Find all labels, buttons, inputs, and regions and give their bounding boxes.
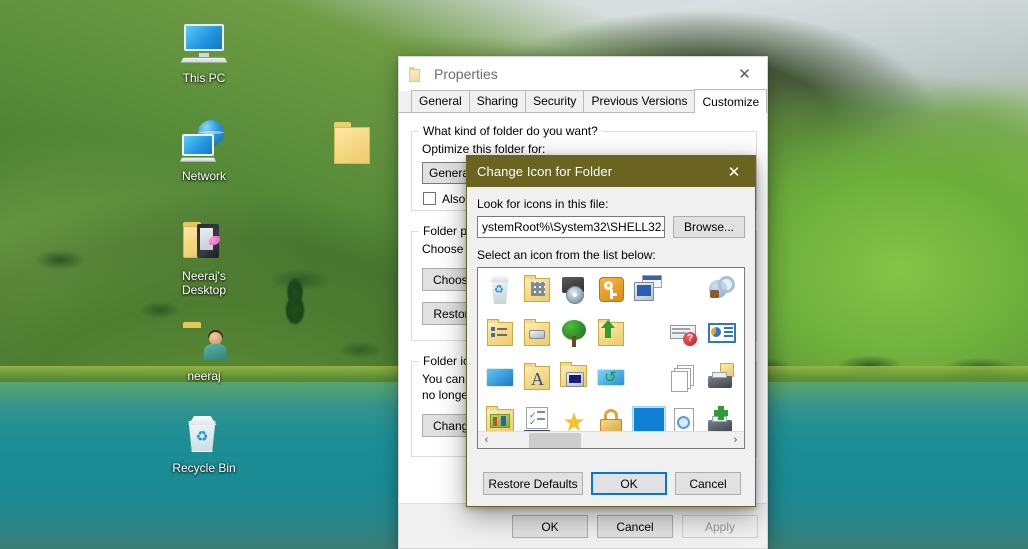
desktop-icon-label: Network [181, 169, 226, 183]
apply-button: Apply [682, 515, 758, 538]
apply-subfolders-checkbox[interactable] [423, 192, 436, 205]
icon-cell-folder-computer[interactable] [558, 362, 592, 402]
icon-grid: ♻ ? A ↺ ✓ ✓ ★ [478, 268, 744, 448]
network-icon [161, 118, 247, 166]
icon-cell-blue-screen[interactable] [484, 362, 518, 402]
wallpaper-pine-tree [283, 276, 307, 334]
cancel-button[interactable]: Cancel [675, 472, 741, 495]
file-path-row: ystemRoot%\System32\SHELL32.dll Browse..… [477, 216, 745, 238]
icon-list-horizontal-scrollbar[interactable]: ‹ › [478, 431, 744, 448]
icon-cell-recycle-bin-empty[interactable]: ♻ [484, 274, 518, 314]
desktop-folder-icon[interactable] [334, 122, 370, 164]
scrollbar-thumb[interactable] [529, 432, 581, 448]
user-desktop-folder-icon [161, 218, 247, 266]
icon-cell-presentation-chart[interactable] [706, 318, 740, 358]
close-icon[interactable]: ✕ [713, 156, 755, 187]
desktop: This PC Network Neeraj's Desktop neeraj [0, 0, 1028, 549]
icon-cell-globe-partial[interactable] [743, 362, 744, 402]
icon-cell-folder-up-arrow[interactable] [595, 318, 629, 358]
icon-cell-sync[interactable]: ↺ [595, 362, 629, 402]
change-icon-titlebar: Change Icon for Folder ✕ [467, 156, 755, 187]
folder-icon [409, 66, 422, 82]
icon-cell-folder-scanner[interactable] [521, 318, 555, 358]
scroll-left-icon[interactable]: ‹ [478, 432, 495, 449]
icon-cell-scanner[interactable] [743, 274, 744, 314]
optimize-label: Optimize this folder for: [422, 142, 546, 156]
icon-cell-printer-folder[interactable] [706, 362, 740, 402]
ok-button[interactable]: OK [512, 515, 588, 538]
change-icon-footer: Restore Defaults OK Cancel [467, 462, 755, 506]
icon-cell-empty[interactable] [669, 274, 703, 314]
icon-cell-search-folder[interactable] [706, 274, 740, 314]
icon-cell-folder-grid[interactable] [521, 274, 555, 314]
user-folder-icon [161, 318, 247, 366]
icon-cell-fonts-folder[interactable]: A [521, 362, 555, 402]
file-path-label: Look for icons in this file: [477, 197, 609, 211]
tab-sharing[interactable]: Sharing [468, 90, 527, 112]
file-path-input[interactable]: ystemRoot%\System32\SHELL32.dll [477, 216, 665, 238]
cancel-button[interactable]: Cancel [597, 515, 673, 538]
scrollbar-track[interactable] [495, 431, 727, 448]
ok-button[interactable]: OK [591, 472, 667, 495]
change-icon-body: Look for icons in this file: ystemRoot%\… [467, 187, 755, 506]
desktop-icon-network[interactable]: Network [161, 118, 247, 183]
properties-titlebar: Properties ✕ [399, 57, 767, 91]
icon-cell-empty[interactable] [632, 318, 666, 358]
icon-cell-folder-options[interactable] [484, 318, 518, 358]
window-title: Properties [434, 66, 498, 82]
icon-cell-empty[interactable] [632, 362, 666, 402]
tab-previous-versions[interactable]: Previous Versions [583, 90, 696, 112]
desktop-icon-neeraj[interactable]: neeraj [161, 318, 247, 383]
desktop-icon-label: Neeraj's Desktop [181, 269, 227, 297]
close-icon[interactable]: ✕ [722, 57, 767, 91]
icon-cell-help-card[interactable]: ? [669, 318, 703, 358]
icon-cell-tree[interactable] [558, 318, 592, 358]
tab-security[interactable]: Security [525, 90, 585, 112]
desktop-icon-label: Recycle Bin [172, 461, 236, 475]
dialog-title: Change Icon for Folder [477, 164, 613, 179]
properties-footer: OK Cancel Apply [399, 503, 767, 548]
icon-cell-cd-drive[interactable] [558, 274, 592, 314]
desktop-icon-recycle-bin[interactable]: ♻ Recycle Bin [161, 410, 247, 475]
scroll-right-icon[interactable]: › [727, 432, 744, 449]
recycle-bin-icon: ♻ [161, 410, 247, 458]
desktop-icon-this-pc[interactable]: This PC [161, 20, 247, 85]
icon-cell-network-computer[interactable] [632, 274, 666, 314]
properties-tabstrip: General Sharing Security Previous Versio… [399, 89, 768, 113]
this-pc-icon [161, 20, 247, 68]
desktop-icon-label: This PC [182, 71, 226, 85]
icon-cell-fax[interactable] [743, 318, 744, 358]
folder-kind-legend: What kind of folder do you want? [419, 124, 602, 138]
browse-button[interactable]: Browse... [673, 216, 745, 238]
icon-list-box[interactable]: ♻ ? A ↺ ✓ ✓ ★ ‹ › [477, 267, 745, 449]
tab-general[interactable]: General [411, 90, 470, 112]
select-icon-label: Select an icon from the list below: [477, 248, 656, 262]
restore-defaults-button[interactable]: Restore Defaults [483, 472, 583, 495]
icon-cell-documents-stack[interactable] [669, 362, 703, 402]
icon-cell-key-orange[interactable] [595, 274, 629, 314]
change-icon-dialog: Change Icon for Folder ✕ Look for icons … [466, 155, 756, 507]
desktop-icon-neerajs-desktop[interactable]: Neeraj's Desktop [161, 218, 247, 297]
tab-customize[interactable]: Customize [694, 89, 768, 113]
desktop-icon-label: neeraj [187, 369, 221, 383]
